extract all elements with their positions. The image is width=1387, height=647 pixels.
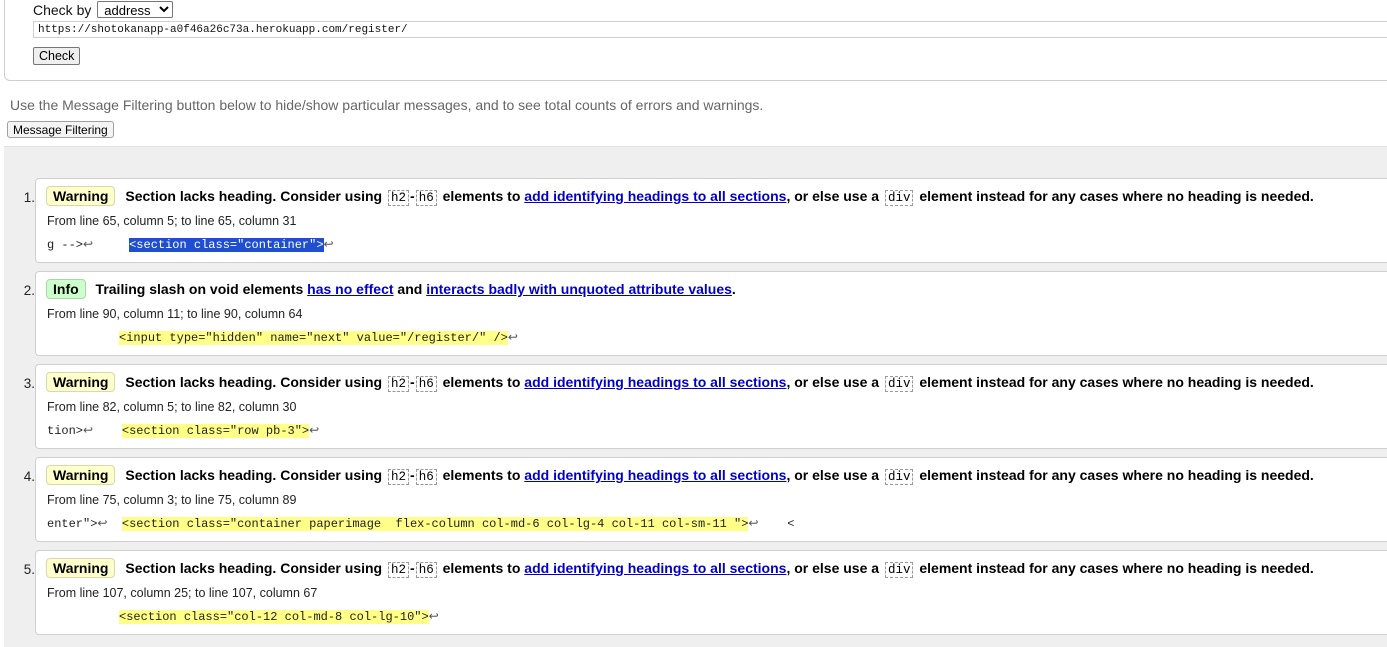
code-h2: h2 <box>388 562 410 578</box>
message-number: 1. <box>23 190 35 205</box>
check-by-select[interactable]: address <box>97 1 174 18</box>
code-div: div <box>884 562 914 578</box>
message-part: Trailing slash on void elements <box>95 281 304 297</box>
check-by-label: Check by <box>33 2 92 18</box>
return-icon: ↩ <box>507 331 518 345</box>
message-part: Section lacks heading. Consider using <box>125 560 383 576</box>
unquoted-attributes-link[interactable]: interacts badly with unquoted attribute … <box>426 281 732 297</box>
code-extract: <input type="hidden" name="next" value="… <box>47 330 518 345</box>
warning-badge: Warning <box>46 465 116 485</box>
extract-highlight: <section class="col-12 col-md-8 col-lg-1… <box>119 610 429 624</box>
message-text: Warning Section lacks heading. Consider … <box>46 186 1314 206</box>
extract-highlight: <section class="container paperimage fle… <box>121 517 749 531</box>
warning-badge: Warning <box>46 558 116 578</box>
code-h2: h2 <box>388 190 410 206</box>
message-number: 5. <box>23 562 35 577</box>
return-icon: ↩ <box>83 424 94 438</box>
message-location: From line 90, column 11; to line 90, col… <box>47 307 303 321</box>
results-list: 1. Warning Section lacks heading. Consid… <box>4 146 1387 647</box>
message-text: Info Trailing slash on void elements has… <box>46 279 736 299</box>
message-part: elements to <box>442 467 521 483</box>
message-card: Warning Section lacks heading. Consider … <box>35 550 1387 635</box>
return-icon: ↩ <box>83 238 94 252</box>
message-text: Warning Section lacks heading. Consider … <box>46 372 1314 392</box>
code-h6: h6 <box>415 190 437 206</box>
message-text: Warning Section lacks heading. Consider … <box>46 465 1314 485</box>
check-form-panel <box>4 0 1387 81</box>
message-text: Warning Section lacks heading. Consider … <box>46 558 1314 578</box>
message-card: Warning Section lacks heading. Consider … <box>35 178 1387 263</box>
message-filtering-button[interactable]: Message Filtering <box>7 121 114 138</box>
no-effect-link[interactable]: has no effect <box>307 281 393 297</box>
code-h2: h2 <box>388 376 410 392</box>
message-number: 4. <box>23 469 35 484</box>
message-part: - <box>410 188 415 204</box>
message-part: , or else use a <box>786 560 880 576</box>
extract-before: enter"> <box>47 517 98 531</box>
url-input[interactable] <box>33 21 1387 38</box>
headings-link[interactable]: add identifying headings to all sections <box>524 188 786 204</box>
message-part: Section lacks heading. Consider using <box>125 467 383 483</box>
headings-link[interactable]: add identifying headings to all sections <box>524 467 786 483</box>
message-number: 2. <box>23 283 35 298</box>
message-part: , or else use a <box>786 188 880 204</box>
message-part: - <box>410 374 415 390</box>
message-part: . <box>731 281 736 297</box>
code-div: div <box>884 469 914 485</box>
message-location: From line 75, column 3; to line 75, colu… <box>47 493 297 507</box>
extract-after: < <box>787 517 795 531</box>
code-extract: g -->↩ <section class="container">↩ <box>47 237 334 252</box>
message-card: Info Trailing slash on void elements has… <box>35 271 1387 356</box>
message-location: From line 65, column 5; to line 65, colu… <box>47 214 297 228</box>
code-h2: h2 <box>388 469 410 485</box>
extract-before: tion> <box>47 424 84 438</box>
message-part: element instead for any cases where no h… <box>919 560 1314 576</box>
extract-highlight: <input type="hidden" name="next" value="… <box>119 331 508 345</box>
message-part: - <box>410 467 415 483</box>
message-part: element instead for any cases where no h… <box>919 374 1314 390</box>
return-icon: ↩ <box>97 517 108 531</box>
message-number: 3. <box>23 376 35 391</box>
message-location: From line 82, column 5; to line 82, colu… <box>47 400 297 414</box>
code-h6: h6 <box>415 469 437 485</box>
code-div: div <box>884 190 914 206</box>
code-extract: enter">↩ <section class="container paper… <box>47 516 794 531</box>
extract-highlight: <section class="container"> <box>129 238 324 252</box>
info-badge: Info <box>46 279 86 299</box>
message-card: Warning Section lacks heading. Consider … <box>35 364 1387 449</box>
message-part: Section lacks heading. Consider using <box>125 188 383 204</box>
warning-badge: Warning <box>46 186 116 206</box>
warning-badge: Warning <box>46 372 116 392</box>
check-button[interactable]: Check <box>33 47 81 65</box>
message-part: , or else use a <box>786 374 880 390</box>
message-part: and <box>397 281 423 297</box>
message-location: From line 107, column 25; to line 107, c… <box>47 586 318 600</box>
extract-before: g --> <box>47 238 84 252</box>
return-icon: ↩ <box>323 238 334 252</box>
code-h6: h6 <box>415 376 437 392</box>
message-part: elements to <box>442 374 521 390</box>
check-by-row: Check by address <box>33 1 174 18</box>
message-part: , or else use a <box>786 467 880 483</box>
extract-highlight: <section class="row pb-3"> <box>121 424 310 438</box>
message-part: Section lacks heading. Consider using <box>125 374 383 390</box>
headings-link[interactable]: add identifying headings to all sections <box>524 560 786 576</box>
filter-hint: Use the Message Filtering button below t… <box>10 97 764 113</box>
message-part: elements to <box>442 188 521 204</box>
message-part: - <box>410 560 415 576</box>
message-part: element instead for any cases where no h… <box>919 467 1314 483</box>
return-icon: ↩ <box>309 424 320 438</box>
return-icon: ↩ <box>748 517 759 531</box>
code-div: div <box>884 376 914 392</box>
code-extract: <section class="col-12 col-md-8 col-lg-1… <box>47 609 439 624</box>
headings-link[interactable]: add identifying headings to all sections <box>524 374 786 390</box>
message-card: Warning Section lacks heading. Consider … <box>35 457 1387 542</box>
return-icon: ↩ <box>428 610 439 624</box>
code-h6: h6 <box>415 562 437 578</box>
code-extract: tion>↩ <section class="row pb-3">↩ <box>47 423 319 438</box>
message-part: element instead for any cases where no h… <box>919 188 1314 204</box>
message-part: elements to <box>442 560 521 576</box>
